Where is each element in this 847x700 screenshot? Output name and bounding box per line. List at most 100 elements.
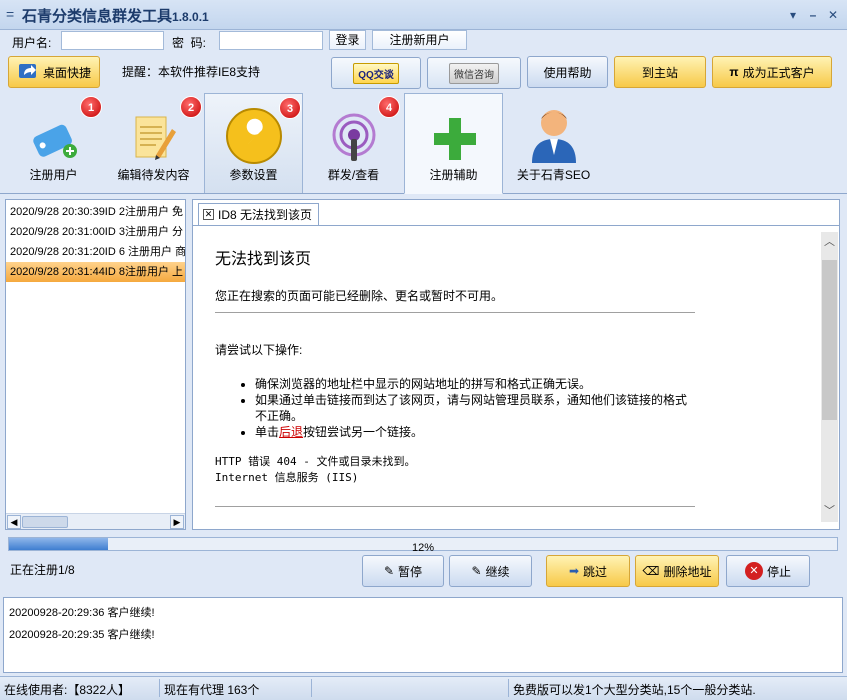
status-separator — [159, 679, 160, 697]
skip-button[interactable]: ➡ 跳过 — [546, 555, 630, 587]
tag-icon — [33, 124, 77, 158]
registration-log-list: 2020/9/28 20:30:39ID 2注册用户 免 2020/9/28 2… — [5, 199, 186, 530]
skip-label: 跳过 — [583, 564, 608, 579]
title-bar: = 石青分类信息群发工具1.8.0.1 ▾ – ✕ — [0, 0, 847, 30]
continue-button[interactable]: ✎ 继续 — [449, 555, 532, 587]
tab-label: 参数设置 — [229, 168, 278, 182]
proxy-count: 现在有代理 163个 — [164, 683, 260, 697]
suggestion-list: 确保浏览器的地址栏中显示的网站地址的拼写和格式正确无误。 如果通过单击链接而到达… — [255, 376, 695, 440]
progress-percent: 12% — [411, 542, 435, 554]
activity-log: 20200928-20:29:36 客户继续! 20200928-20:29:3… — [3, 597, 843, 673]
main-tab-bar: 1 注册用户 2 编辑待发内容 3 参数设置 4 群发/查看 注册辅助 关于石青… — [0, 93, 847, 194]
tab-divider — [193, 225, 839, 226]
vertical-scrollbar[interactable]: ︿ ﹀ — [821, 232, 838, 522]
scroll-right-icon[interactable]: ▶ — [170, 515, 184, 529]
status-bar: 在线使用者:【8322人】 现在有代理 163个 免费版可以发1个大型分类站,1… — [0, 676, 847, 700]
tab-label: 关于石青SEO — [516, 168, 591, 182]
log-line: 20200928-20:29:36 客户继续! — [9, 607, 155, 619]
app-title-text: 石青分类信息群发工具 — [22, 8, 173, 25]
tab-about[interactable]: 关于石青SEO — [504, 93, 603, 193]
broadcast-icon — [332, 113, 376, 161]
tab-register-helper[interactable]: 注册辅助 — [404, 93, 503, 194]
help-button[interactable]: 使用帮助 — [527, 56, 608, 88]
scroll-thumb[interactable] — [822, 260, 837, 420]
registration-status: 正在注册1/8 — [10, 563, 75, 577]
list-item[interactable]: 2020/9/28 20:30:39ID 2注册用户 免 — [6, 202, 185, 222]
log-line: 20200928-20:29:35 客户继续! — [9, 629, 155, 641]
stop-label: 停止 — [766, 564, 791, 579]
suggestion-item: 确保浏览器的地址栏中显示的网站地址的拼写和格式正确无误。 — [255, 376, 695, 392]
error-heading: 无法找到该页 — [215, 251, 312, 268]
close-tab-icon[interactable]: ✕ — [203, 209, 214, 220]
delete-address-button[interactable]: ⌫ 删除地址 — [635, 555, 719, 587]
username-input[interactable] — [61, 31, 164, 50]
status-separator — [311, 679, 312, 697]
login-button[interactable]: 登录 — [329, 30, 366, 50]
wechat-icon: 微信咨询 — [449, 62, 499, 84]
plus-icon — [434, 118, 476, 160]
eraser-icon: ⌫ — [642, 564, 660, 578]
desktop-shortcut-label: 桌面快捷 — [42, 65, 91, 80]
tab-badge: 1 — [80, 96, 102, 118]
password-input[interactable] — [219, 31, 323, 50]
tab-edit-content[interactable]: 2 编辑待发内容 — [104, 93, 203, 193]
suggestion-item: 单击后退按钮尝试另一个链接。 — [255, 424, 695, 440]
qq-icon: QQ交谈 — [353, 62, 399, 84]
vip-button[interactable]: π 成为正式客户 — [712, 56, 832, 88]
wechat-button[interactable]: 微信咨询 — [427, 57, 521, 89]
tab-badge: 2 — [180, 96, 202, 118]
free-version-note: 免费版可以发1个大型分类站,15个一般分类站. — [513, 683, 756, 697]
suggestion-prefix: 单击 — [255, 425, 280, 439]
horizontal-scrollbar[interactable]: ◀ ▶ — [6, 513, 185, 529]
close-icon[interactable]: ✕ — [825, 7, 841, 23]
continue-label: 继续 — [485, 564, 510, 579]
scroll-left-icon[interactable]: ◀ — [7, 515, 21, 529]
browser-tab-label: ID8 无法找到该页 — [218, 208, 313, 222]
shortcut-arrow-icon — [18, 64, 36, 78]
qq-chat-button[interactable]: QQ交谈 — [331, 57, 421, 89]
error-page: 无法找到该页 您正在搜索的页面可能已经删除、更名或暂时不可用。 请尝试以下操作:… — [215, 245, 695, 515]
stop-button[interactable]: ✕ 停止 — [726, 555, 810, 587]
vip-label: 成为正式客户 — [742, 65, 815, 80]
tab-label: 编辑待发内容 — [117, 168, 190, 182]
username-label: 用户名: — [12, 36, 52, 50]
desktop-shortcut-button[interactable]: 桌面快捷 — [8, 56, 100, 88]
scroll-down-icon[interactable]: ﹀ — [821, 503, 838, 520]
restore-icon[interactable]: – — [805, 7, 821, 23]
error-details: HTTP 错误 404 - 文件或目录未找到。 Internet 信息服务 (I… — [215, 454, 695, 486]
password-label: 密 码: — [172, 36, 207, 50]
list-item[interactable]: 2020/9/28 20:31:00ID 3注册用户 分 — [6, 222, 185, 242]
scroll-thumb[interactable] — [22, 516, 68, 528]
wechat-label: 微信咨询 — [454, 69, 494, 81]
tab-register-user[interactable]: 1 注册用户 — [4, 93, 103, 193]
pause-label: 暂停 — [398, 564, 423, 579]
tab-label: 注册用户 — [29, 168, 78, 182]
tab-broadcast[interactable]: 4 群发/查看 — [304, 93, 403, 193]
browser-tab[interactable]: ✕ ID8 无法找到该页 — [198, 203, 320, 225]
suggestion-item: 如果通过单击链接而到达了该网页，请与网站管理员联系，通知他们该链接的格式不正确。 — [255, 392, 695, 424]
list-item-selected[interactable]: 2020/9/28 20:31:44ID 8注册用户 上 — [6, 262, 185, 282]
ie8-tip: 提醒：本软件推荐IE8支持 — [122, 65, 261, 79]
tab-badge: 3 — [279, 97, 301, 119]
list-item[interactable]: 2020/9/28 20:31:20ID 6 注册用户 商 — [6, 242, 185, 262]
main-site-button[interactable]: 到主站 — [614, 56, 706, 88]
register-button[interactable]: 注册新用户 — [372, 30, 467, 50]
try-label: 请尝试以下操作: — [215, 343, 303, 357]
scroll-up-icon[interactable]: ︿ — [821, 234, 838, 251]
app-version: 1.8.0.1 — [172, 10, 209, 24]
divider — [215, 312, 695, 313]
tab-badge: 4 — [378, 96, 400, 118]
error-code: HTTP 错误 404 - 文件或目录未找到。 — [215, 455, 416, 468]
pen-icon: ✎ — [471, 564, 482, 578]
pen-icon: ✎ — [383, 564, 395, 578]
browser-panel: ✕ ID8 无法找到该页 无法找到该页 您正在搜索的页面可能已经删除、更名或暂时… — [192, 199, 840, 530]
divider — [215, 506, 695, 507]
system-menu-icon[interactable]: = — [6, 6, 14, 22]
pause-button[interactable]: ✎ 暂停 — [362, 555, 444, 587]
notepad-pencil-icon — [135, 116, 176, 160]
tab-settings[interactable]: 3 参数设置 — [204, 93, 303, 193]
back-link[interactable]: 后退 — [279, 425, 303, 439]
error-description: 您正在搜索的页面可能已经删除、更名或暂时不可用。 — [215, 289, 504, 303]
app-title: 石青分类信息群发工具1.8.0.1 — [22, 5, 209, 26]
minimize-icon[interactable]: ▾ — [785, 7, 801, 23]
